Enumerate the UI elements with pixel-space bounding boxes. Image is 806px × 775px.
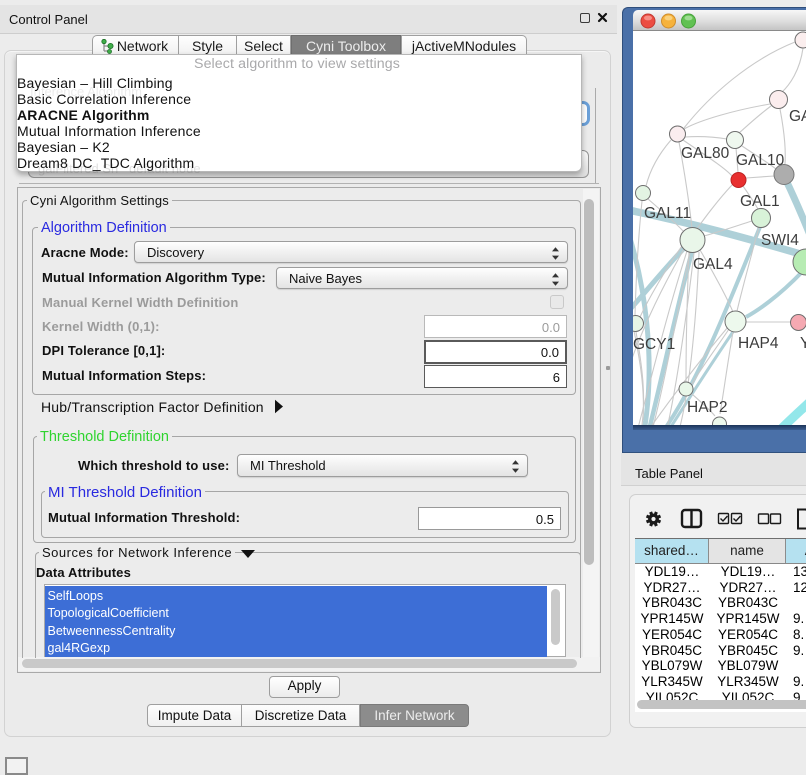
svg-text:SWI4: SWI4 xyxy=(761,232,799,249)
svg-text:Y: Y xyxy=(800,335,806,352)
svg-text:GAL: GAL xyxy=(789,108,806,125)
svg-text:HAP2: HAP2 xyxy=(687,399,728,416)
svg-text:GAL11: GAL11 xyxy=(644,205,691,222)
svg-text:GAL10: GAL10 xyxy=(736,152,785,169)
svg-text:GAL1: GAL1 xyxy=(740,193,780,210)
svg-text:GAL80: GAL80 xyxy=(681,145,730,162)
svg-text:GCY1: GCY1 xyxy=(633,336,675,353)
svg-text:HAP4: HAP4 xyxy=(738,335,779,352)
svg-text:GAL4: GAL4 xyxy=(693,256,733,273)
